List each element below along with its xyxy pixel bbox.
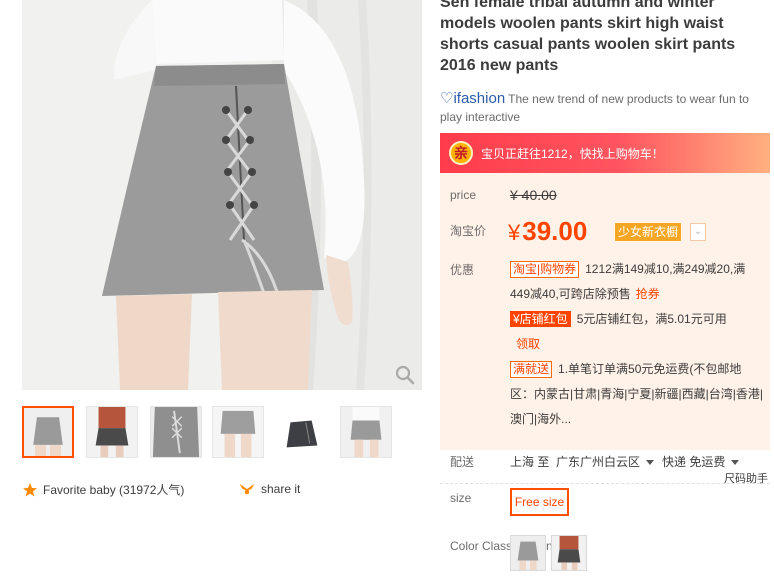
size-option-free[interactable]: Free size bbox=[510, 488, 569, 516]
claim-link[interactable]: 领取 bbox=[516, 337, 540, 351]
thumbnail-4[interactable] bbox=[212, 406, 264, 458]
ship-from: 上海 至 bbox=[510, 455, 550, 469]
price-tag[interactable]: 少女新衣橱 bbox=[615, 223, 682, 241]
free-shipping-row: 满就送 1.单笔订单满50元免运费(不包邮地区：内蒙古|甘肃|青海|宁夏|新疆|西… bbox=[510, 357, 765, 432]
taobao-price-label: 淘宝价 bbox=[450, 224, 487, 238]
favorite-label: Favorite baby (31972人气) bbox=[43, 483, 185, 497]
store-coupon-row: ¥店铺红包 5元店铺红包，满5.01元可用 bbox=[510, 307, 765, 332]
brand-line: ♡ifashion The new trend of new products t… bbox=[440, 90, 770, 126]
star-icon bbox=[23, 482, 37, 496]
thumbnail-6[interactable] bbox=[340, 406, 392, 458]
coupon-tag: 淘宝|购物券 bbox=[510, 261, 580, 278]
promo-banner-text: 宝贝正赶往1212，快找上购物车！ bbox=[481, 146, 664, 161]
chevron-down-icon[interactable] bbox=[646, 460, 655, 466]
shipping-method[interactable]: 快递 免运费 bbox=[662, 455, 725, 469]
product-photo bbox=[22, 0, 422, 390]
ifashion-logo[interactable]: ♡ifashion bbox=[440, 90, 505, 107]
thumbnail-3[interactable] bbox=[150, 406, 202, 458]
current-price-value: 39.00 bbox=[522, 216, 588, 246]
brand-logo-text: ifashion bbox=[453, 90, 506, 107]
delivery-row: 配送 上海 至 广东广州白云区 快递 免运费 bbox=[440, 452, 770, 482]
chevron-down-icon[interactable] bbox=[731, 460, 740, 466]
thumbnail-strip bbox=[22, 406, 422, 462]
price-label: price bbox=[450, 188, 477, 202]
share-icon bbox=[240, 484, 254, 495]
color-option-black[interactable] bbox=[551, 535, 587, 571]
grab-coupon-link[interactable]: 抢券 bbox=[636, 287, 660, 301]
ifashion-heart-icon: ♡ bbox=[440, 90, 454, 107]
thumbnail-1[interactable] bbox=[22, 406, 74, 458]
free-shipping-tag: 满就送 bbox=[510, 361, 553, 378]
product-title: Sen female tribal autumn and winter mode… bbox=[440, 0, 736, 74]
thumbnail-2[interactable] bbox=[86, 406, 138, 458]
social-bar: Favorite baby (31972人气) share it bbox=[22, 481, 422, 501]
original-price: ¥ 40.00 bbox=[510, 187, 557, 203]
delivery-info: 上海 至 广东广州白云区 快递 免运费 bbox=[510, 453, 747, 470]
promotions-list: 淘宝|购物券 1212满149减10,满249减20,满449减40,可跨店除预售… bbox=[510, 257, 765, 432]
current-price: ¥39.00 bbox=[508, 215, 587, 249]
store-coupon-text: 5元店铺红包，满5.01元可用 bbox=[576, 312, 727, 326]
divider bbox=[440, 483, 770, 484]
thumbnail-5[interactable] bbox=[276, 406, 328, 458]
favorite-button[interactable]: Favorite baby (31972人气) bbox=[22, 481, 184, 498]
zoom-icon[interactable] bbox=[394, 364, 416, 386]
chevron-down-icon[interactable]: ⌄ bbox=[690, 223, 706, 241]
discount-label: 优惠 bbox=[450, 263, 475, 277]
ship-to-select[interactable]: 广东广州白云区 bbox=[556, 455, 640, 469]
price-panel: price ¥ 40.00 淘宝价 ¥39.00 少女新衣橱 ⌄ 优惠 淘宝|购… bbox=[440, 173, 770, 450]
promo-badge-icon: 亲 bbox=[449, 141, 473, 165]
store-red-packet-tag: ¥店铺红包 bbox=[510, 311, 571, 327]
delivery-label: 配送 bbox=[450, 455, 475, 469]
promo-banner[interactable]: 亲 宝贝正赶往1212，快找上购物车！ bbox=[440, 133, 770, 173]
share-button[interactable]: share it bbox=[238, 481, 300, 497]
currency-symbol: ¥ bbox=[508, 220, 521, 245]
size-label: size bbox=[450, 491, 472, 505]
share-label: share it bbox=[261, 482, 301, 496]
main-product-image[interactable] bbox=[22, 0, 422, 390]
color-option-grey[interactable] bbox=[510, 535, 546, 571]
coupon-row: 淘宝|购物券 1212满149减10,满249减20,满449减40,可跨店除预售… bbox=[510, 257, 765, 307]
claim-row: 领取 bbox=[510, 332, 765, 357]
